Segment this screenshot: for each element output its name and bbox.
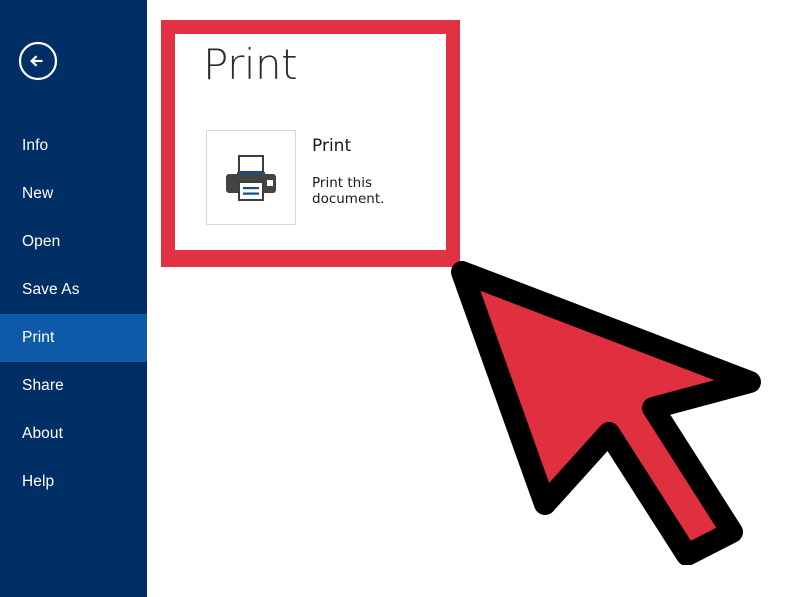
sidebar-item-label: New	[22, 185, 54, 202]
sidebar-item-help[interactable]: Help	[0, 458, 147, 506]
sidebar-item-about[interactable]: About	[0, 410, 147, 458]
sidebar: Info New Open Save As Print Share About …	[0, 0, 147, 597]
print-tile-description: Print this document.	[312, 175, 385, 208]
sidebar-item-label: About	[22, 425, 64, 442]
print-tile-title: Print	[312, 136, 352, 156]
print-panel: Print Print Print this document.	[175, 34, 446, 250]
sidebar-nav-list: Info New Open Save As Print Share About …	[0, 122, 147, 506]
back-arrow-button[interactable]	[18, 41, 58, 81]
print-tile-text: Print Print this document.	[312, 136, 446, 208]
sidebar-item-new[interactable]: New	[0, 170, 147, 218]
sidebar-item-label: Help	[22, 473, 55, 490]
sidebar-item-label: Info	[22, 137, 49, 154]
mouse-pointer-arrow-icon	[451, 261, 761, 565]
sidebar-item-save-as[interactable]: Save As	[0, 266, 147, 314]
printer-icon-button[interactable]	[206, 130, 296, 225]
sidebar-item-label: Open	[22, 233, 61, 250]
sidebar-item-label: Share	[22, 377, 64, 394]
sidebar-item-open[interactable]: Open	[0, 218, 147, 266]
print-tile: Print Print this document.	[175, 130, 446, 230]
arrow-left-circle-icon	[18, 41, 58, 81]
print-panel-highlight: Print Print Print this document.	[161, 20, 460, 267]
sidebar-item-label: Print	[22, 329, 55, 346]
printer-icon	[226, 154, 276, 201]
page-title: Print	[203, 40, 298, 89]
sidebar-item-print[interactable]: Print	[0, 314, 147, 362]
sidebar-item-info[interactable]: Info	[0, 122, 147, 170]
sidebar-item-label: Save As	[22, 281, 80, 298]
sidebar-item-share[interactable]: Share	[0, 362, 147, 410]
